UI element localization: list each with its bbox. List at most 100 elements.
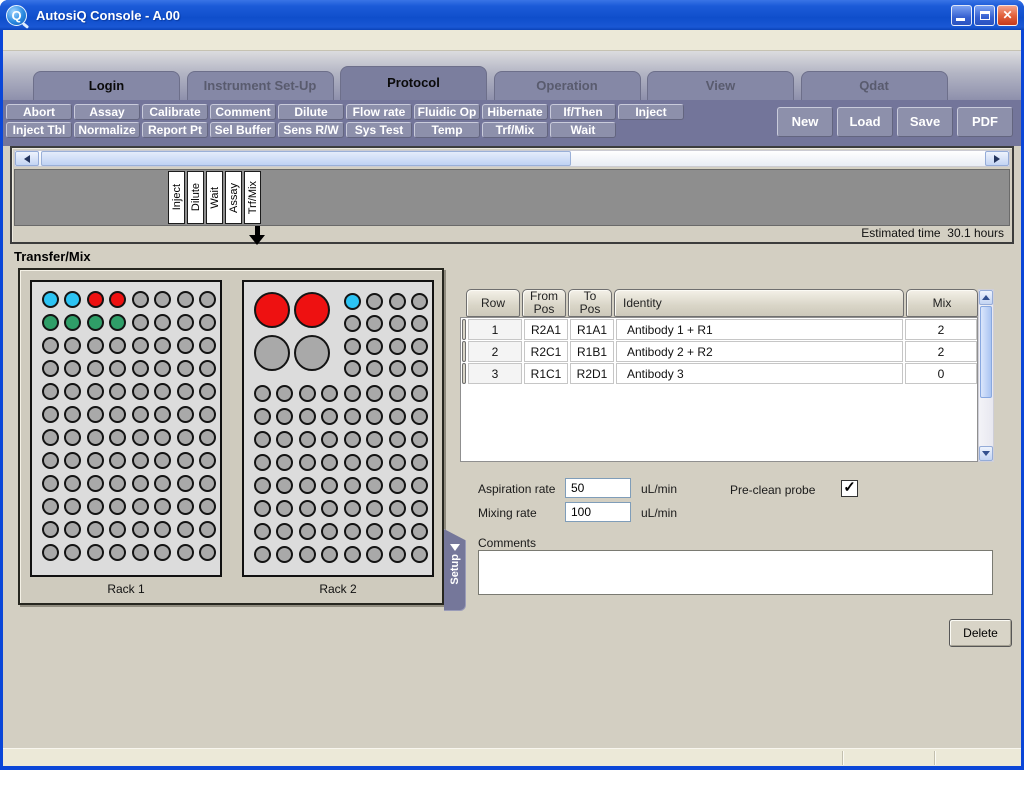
well[interactable] [299, 408, 316, 425]
setup-tab[interactable]: Setup [444, 529, 466, 611]
well[interactable] [344, 431, 361, 448]
well[interactable] [276, 523, 293, 540]
well[interactable] [254, 385, 271, 402]
toolbar-button-calibrate[interactable]: Calibrate [142, 104, 208, 120]
well[interactable] [389, 385, 406, 402]
row-handle[interactable] [462, 341, 466, 362]
well[interactable] [254, 408, 271, 425]
table-row[interactable]: 3R1C1R2D1Antibody 30 [461, 363, 977, 384]
well[interactable] [276, 385, 293, 402]
well[interactable] [276, 408, 293, 425]
row-handle[interactable] [462, 363, 466, 384]
well[interactable] [389, 500, 406, 517]
well[interactable] [294, 292, 330, 328]
well[interactable] [199, 475, 216, 492]
well[interactable] [87, 314, 104, 331]
toolbar-button-assay[interactable]: Assay [74, 104, 140, 120]
well[interactable] [42, 337, 59, 354]
scroll-right-button[interactable] [985, 151, 1009, 166]
toolbar-button-sel-buffer[interactable]: Sel Buffer [210, 122, 276, 138]
well[interactable] [276, 477, 293, 494]
tab-qdat[interactable]: Qdat [801, 71, 948, 100]
close-button[interactable]: ✕ [997, 5, 1018, 26]
well[interactable] [199, 429, 216, 446]
toolbar-button-trf-mix[interactable]: Trf/Mix [482, 122, 548, 138]
well[interactable] [389, 431, 406, 448]
well[interactable] [154, 360, 171, 377]
well[interactable] [199, 521, 216, 538]
well[interactable] [87, 406, 104, 423]
well[interactable] [344, 338, 361, 355]
well[interactable] [132, 429, 149, 446]
well[interactable] [321, 408, 338, 425]
well[interactable] [411, 315, 428, 332]
well[interactable] [109, 406, 126, 423]
table-scrollbar[interactable] [978, 289, 994, 462]
well[interactable] [177, 314, 194, 331]
well[interactable] [109, 337, 126, 354]
well[interactable] [177, 475, 194, 492]
toolbar-button-wait[interactable]: Wait [550, 122, 616, 138]
well[interactable] [42, 383, 59, 400]
toolbar-button-sys-test[interactable]: Sys Test [346, 122, 412, 138]
well[interactable] [64, 475, 81, 492]
well[interactable] [64, 406, 81, 423]
table-header-to-pos[interactable]: To Pos [568, 289, 612, 317]
well[interactable] [87, 291, 104, 308]
well[interactable] [109, 544, 126, 561]
well[interactable] [411, 431, 428, 448]
tab-instrument-set-up[interactable]: Instrument Set-Up [187, 71, 334, 100]
well[interactable] [366, 338, 383, 355]
well[interactable] [64, 452, 81, 469]
minimize-button[interactable] [951, 5, 972, 26]
toolbar-button-report-pt[interactable]: Report Pt [142, 122, 208, 138]
table-header-from-pos[interactable]: From Pos [522, 289, 566, 317]
well[interactable] [366, 454, 383, 471]
well[interactable] [154, 544, 171, 561]
well[interactable] [87, 429, 104, 446]
well[interactable] [299, 454, 316, 471]
tab-protocol[interactable]: Protocol [340, 66, 487, 100]
well[interactable] [276, 454, 293, 471]
well[interactable] [177, 337, 194, 354]
well[interactable] [109, 498, 126, 515]
well[interactable] [87, 521, 104, 538]
well[interactable] [154, 337, 171, 354]
timeline-step-trf-mix[interactable]: Trf/Mix [244, 171, 261, 224]
aspiration-rate-input[interactable] [565, 478, 631, 498]
timeline-step-inject[interactable]: Inject [168, 171, 185, 224]
well[interactable] [389, 315, 406, 332]
well[interactable] [299, 477, 316, 494]
timeline-scrollbar[interactable] [14, 150, 1010, 167]
toolbar-button-flow-rate[interactable]: Flow rate [346, 104, 412, 120]
well[interactable] [389, 408, 406, 425]
well[interactable] [64, 521, 81, 538]
well[interactable] [177, 521, 194, 538]
well[interactable] [344, 500, 361, 517]
well[interactable] [321, 477, 338, 494]
well[interactable] [199, 291, 216, 308]
well[interactable] [64, 314, 81, 331]
well[interactable] [389, 477, 406, 494]
well[interactable] [154, 291, 171, 308]
row-handle[interactable] [462, 319, 466, 340]
well[interactable] [344, 523, 361, 540]
well[interactable] [366, 360, 383, 377]
file-button-load[interactable]: Load [837, 107, 893, 137]
file-button-pdf[interactable]: PDF [957, 107, 1013, 137]
well[interactable] [299, 523, 316, 540]
well[interactable] [411, 385, 428, 402]
maximize-button[interactable] [974, 5, 995, 26]
well[interactable] [87, 544, 104, 561]
well[interactable] [411, 523, 428, 540]
preclean-probe-checkbox[interactable]: ✓ [841, 480, 858, 497]
toolbar-button-temp[interactable]: Temp [414, 122, 480, 138]
well[interactable] [321, 523, 338, 540]
well[interactable] [366, 385, 383, 402]
well[interactable] [177, 406, 194, 423]
well[interactable] [344, 454, 361, 471]
well[interactable] [254, 431, 271, 448]
well[interactable] [109, 452, 126, 469]
well[interactable] [42, 498, 59, 515]
well[interactable] [154, 383, 171, 400]
